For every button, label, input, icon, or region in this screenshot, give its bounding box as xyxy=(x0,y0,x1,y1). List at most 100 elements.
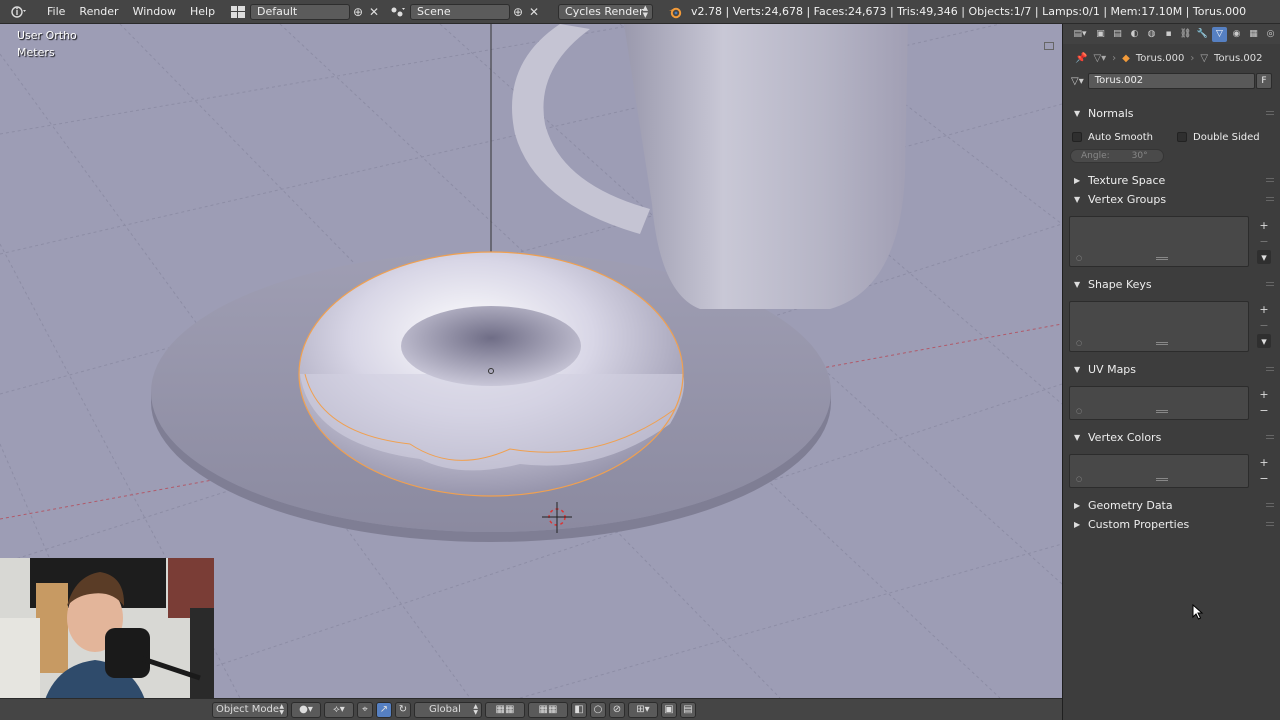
auto-smooth-checkbox[interactable] xyxy=(1072,132,1082,142)
info-editor-type-icon[interactable] xyxy=(8,4,30,20)
render-engine-dropdown[interactable]: Cycles Render ▲ ▼ xyxy=(558,3,654,20)
proportional-edit-icon[interactable]: ○ xyxy=(590,701,606,718)
snap-element-dropdown[interactable]: ⊞▾ xyxy=(628,701,658,718)
pin-icon[interactable]: 📌 xyxy=(1075,53,1087,64)
vertex-colors-list[interactable]: ○ xyxy=(1069,454,1249,488)
remove-shape-key-button[interactable]: − xyxy=(1257,318,1271,332)
layers-row-1[interactable]: ▦▦ xyxy=(485,701,525,718)
panel-grip-icon[interactable] xyxy=(1266,178,1274,182)
double-sided-checkbox[interactable] xyxy=(1177,132,1187,142)
scene-dropdown[interactable]: Scene xyxy=(410,3,511,20)
remove-scene-icon[interactable]: ✕ xyxy=(526,4,542,20)
list-filter-icon[interactable]: ○ xyxy=(1076,475,1082,483)
tab-material[interactable]: ◉ xyxy=(1229,27,1244,42)
opengl-render-icon[interactable]: ▣ xyxy=(661,701,677,718)
list-resize-grip[interactable] xyxy=(1156,410,1168,413)
mesh-datablock-row: ▽▾ Torus.002 F xyxy=(1071,72,1272,90)
panel-vertex-colors[interactable]: ▼ Vertex Colors xyxy=(1062,427,1280,447)
add-uv-map-button[interactable]: + xyxy=(1257,387,1271,401)
area-split-icon[interactable] xyxy=(1044,42,1054,50)
view-name-label: User Ortho xyxy=(17,29,77,42)
panel-shape-keys-label: Shape Keys xyxy=(1088,277,1152,291)
translate-manipulator[interactable]: ↗ xyxy=(376,701,392,718)
panel-normals[interactable]: ▼ Normals xyxy=(1062,103,1280,123)
breadcrumb-separator: › xyxy=(1190,52,1195,64)
tab-constraints[interactable]: ⛓ xyxy=(1178,27,1193,42)
tab-texture[interactable]: ▦ xyxy=(1246,27,1261,42)
screen-layout-icon[interactable] xyxy=(228,4,248,20)
list-filter-icon[interactable]: ○ xyxy=(1076,254,1082,262)
list-filter-icon[interactable]: ○ xyxy=(1076,339,1082,347)
editor-type-icon[interactable]: ▤▾ xyxy=(1069,27,1091,42)
panel-grip-icon[interactable] xyxy=(1266,282,1274,286)
snap-toggle-icon[interactable]: ⊘ xyxy=(609,701,625,718)
panel-uv-maps-label: UV Maps xyxy=(1088,362,1137,376)
units-label: Meters xyxy=(17,46,55,59)
remove-vertex-group-button[interactable]: − xyxy=(1257,234,1271,248)
opengl-anim-icon[interactable]: ▤ xyxy=(680,701,696,718)
mode-dropdown[interactable]: Object Mode ▲ ▼ xyxy=(212,701,288,718)
add-scene-icon[interactable]: ⊕ xyxy=(510,4,526,20)
fake-user-button[interactable]: F xyxy=(1256,73,1272,89)
add-vertex-color-button[interactable]: + xyxy=(1257,455,1271,469)
remove-vertex-color-button[interactable]: − xyxy=(1257,471,1271,485)
panel-geometry-data[interactable]: ▶ Geometry Data xyxy=(1062,495,1280,515)
tab-world[interactable]: ◍ xyxy=(1144,27,1159,42)
list-resize-grip[interactable] xyxy=(1156,257,1168,260)
angle-label: Angle: xyxy=(1081,151,1110,161)
shape-key-specials-button[interactable]: ▾ xyxy=(1257,334,1271,348)
panel-shape-keys[interactable]: ▼ Shape Keys xyxy=(1062,274,1280,294)
lock-layers-icon[interactable]: ◧ xyxy=(571,701,587,718)
panel-grip-icon[interactable] xyxy=(1266,435,1274,439)
scene-icon[interactable] xyxy=(388,4,408,20)
remove-layout-icon[interactable]: ✕ xyxy=(366,4,382,20)
pivot-point-dropdown[interactable]: ⟡▾ xyxy=(324,701,354,718)
menu-render[interactable]: Render xyxy=(72,0,125,24)
menu-help[interactable]: Help xyxy=(183,0,222,24)
tab-physics[interactable]: ◎ xyxy=(1263,27,1278,42)
add-vertex-group-button[interactable]: + xyxy=(1257,218,1271,232)
add-layout-icon[interactable]: ⊕ xyxy=(350,4,366,20)
menu-window[interactable]: Window xyxy=(126,0,183,24)
mesh-name-field[interactable]: Torus.002 xyxy=(1087,73,1255,89)
viewport-shading-dropdown[interactable]: ●▾ xyxy=(291,701,321,718)
panel-grip-icon[interactable] xyxy=(1266,503,1274,507)
shape-keys-list[interactable]: ○ xyxy=(1069,301,1249,352)
tab-data[interactable]: ▽ xyxy=(1212,26,1227,42)
mug-mesh[interactable] xyxy=(624,24,908,309)
vertex-groups-list[interactable]: ○ xyxy=(1069,216,1249,267)
list-resize-grip[interactable] xyxy=(1156,478,1168,481)
rotate-manipulator[interactable]: ↻ xyxy=(395,701,411,718)
angle-field[interactable]: Angle: 30° xyxy=(1070,149,1164,163)
add-shape-key-button[interactable]: + xyxy=(1257,302,1271,316)
panel-vertex-groups[interactable]: ▼ Vertex Groups xyxy=(1062,189,1280,209)
panel-custom-properties[interactable]: ▶ Custom Properties xyxy=(1062,514,1280,534)
orientation-dropdown[interactable]: Global ▲ ▼ xyxy=(414,701,482,718)
tab-render[interactable]: ▣ xyxy=(1093,27,1108,42)
manipulator-toggle[interactable]: ⌖ xyxy=(357,701,373,718)
list-resize-grip[interactable] xyxy=(1156,342,1168,345)
scene-statistics: v2.78 | Verts:24,678 | Faces:24,673 | Tr… xyxy=(691,5,1247,18)
panel-grip-icon[interactable] xyxy=(1266,197,1274,201)
list-filter-icon[interactable]: ○ xyxy=(1076,407,1082,415)
remove-uv-map-button[interactable]: − xyxy=(1257,403,1271,417)
tab-render-layers[interactable]: ▤ xyxy=(1110,27,1125,42)
uv-maps-list[interactable]: ○ xyxy=(1069,386,1249,420)
layers-row-2[interactable]: ▦▦ xyxy=(528,701,568,718)
panel-normals-label: Normals xyxy=(1088,106,1134,120)
vertex-group-specials-button[interactable]: ▾ xyxy=(1257,250,1271,264)
tab-object[interactable]: ▪ xyxy=(1161,27,1176,42)
panel-grip-icon[interactable] xyxy=(1266,522,1274,526)
panel-uv-maps[interactable]: ▼ UV Maps xyxy=(1062,359,1280,379)
tab-scene[interactable]: ◐ xyxy=(1127,27,1142,42)
layout-dropdown[interactable]: Default xyxy=(250,3,351,20)
menu-file[interactable]: File xyxy=(40,0,72,24)
panel-grip-icon[interactable] xyxy=(1266,111,1274,115)
panel-grip-icon[interactable] xyxy=(1266,367,1274,371)
breadcrumb: 📌 ▽▾ › ◆ Torus.000 › ▽ Torus.002 xyxy=(1063,44,1280,72)
tab-modifiers[interactable]: 🔧 xyxy=(1195,27,1210,42)
breadcrumb-separator: › xyxy=(1112,52,1117,64)
mesh-browse-icon[interactable]: ▽▾ xyxy=(1071,76,1084,87)
mouse-cursor-icon xyxy=(1192,604,1204,620)
panel-texture-space[interactable]: ▶ Texture Space xyxy=(1062,170,1280,190)
